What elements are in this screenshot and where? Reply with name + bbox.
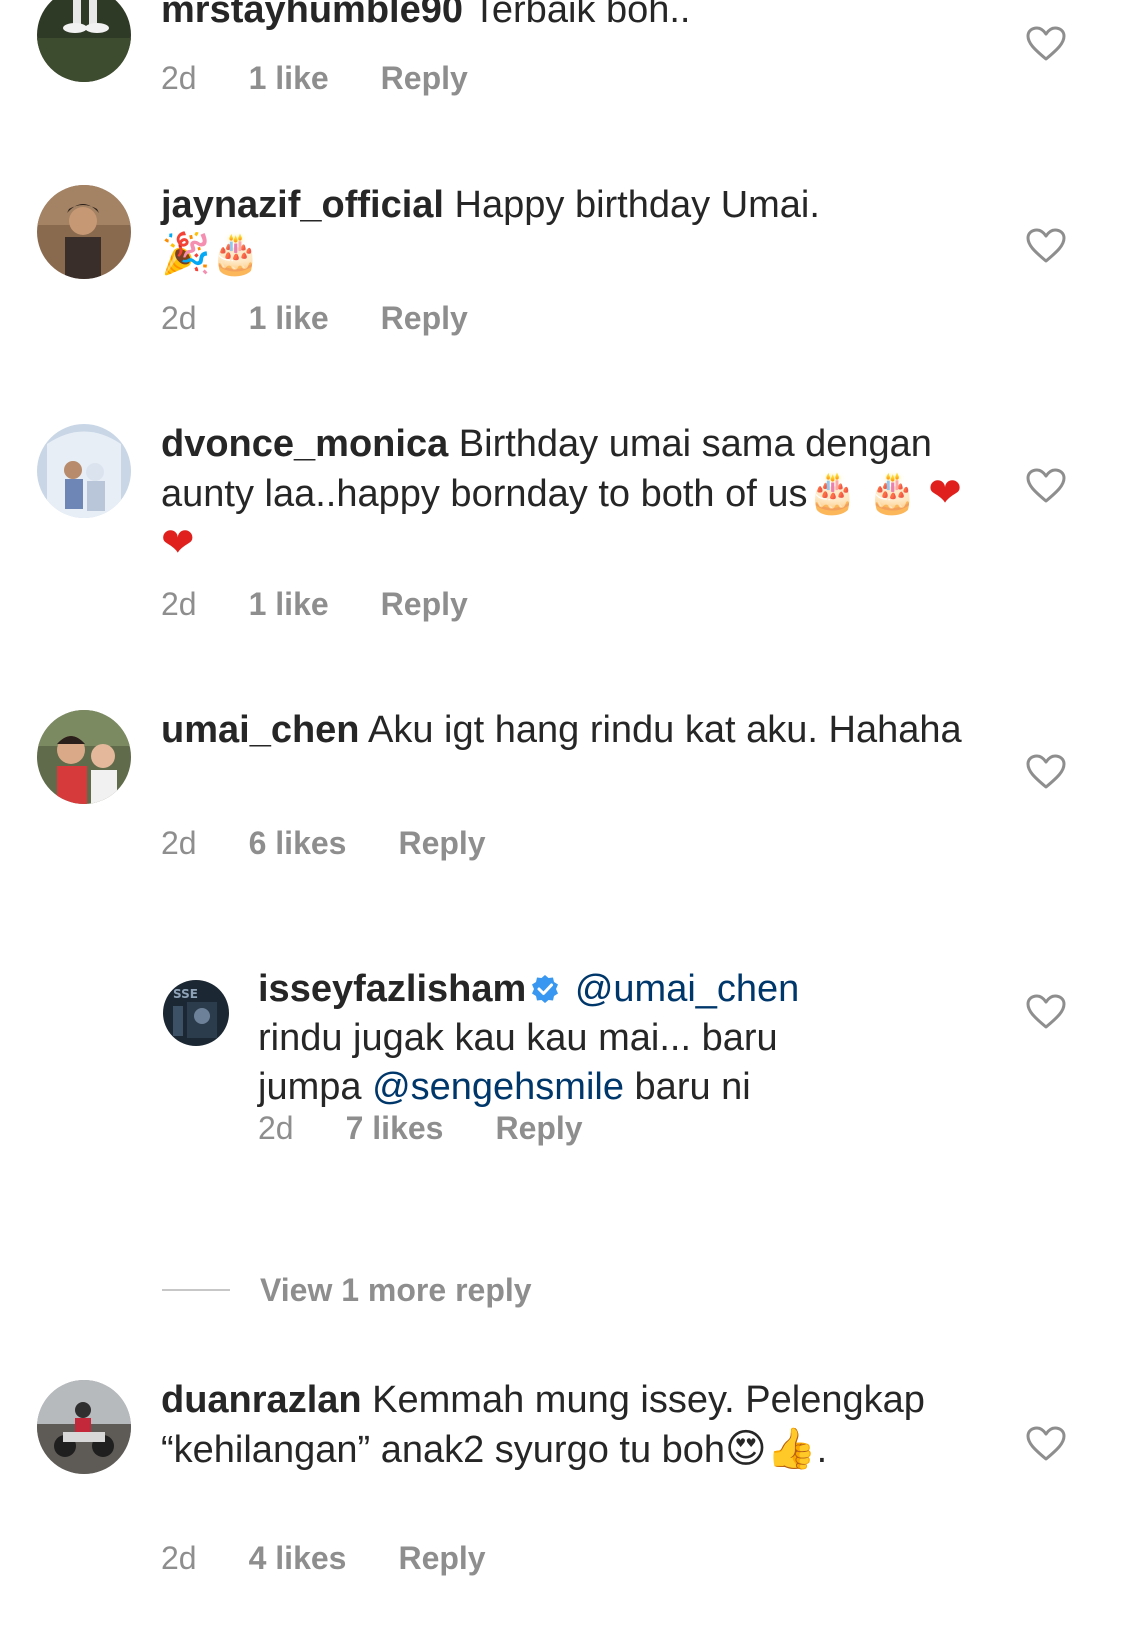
comment-text: jaynazif_official Happy birthday Umai. 🎉… (161, 181, 981, 280)
likes-count[interactable]: 1 like (249, 60, 329, 97)
username[interactable]: jaynazif_official (161, 184, 444, 226)
timestamp: 2d (161, 586, 197, 622)
timestamp: 2d (161, 300, 197, 336)
comment-body: baru ni (634, 1066, 751, 1108)
comment-body: Terbaik boh.. (472, 0, 691, 31)
reply-button[interactable]: Reply (381, 586, 468, 623)
comment-body: Happy birthday Umai. (454, 184, 820, 226)
reply-button[interactable]: Reply (495, 1110, 582, 1147)
reply-button[interactable]: Reply (398, 825, 485, 862)
mention-link[interactable]: @sengehsmile (372, 1066, 624, 1108)
avatar[interactable] (37, 424, 131, 518)
like-heart-icon[interactable] (1026, 468, 1066, 504)
username[interactable]: umai_chen (161, 709, 360, 751)
divider-line (162, 1289, 230, 1291)
comment-meta: 2d 1 like Reply (161, 586, 468, 623)
likes-count[interactable]: 7 likes (346, 1110, 444, 1147)
likes-count[interactable]: 4 likes (249, 1540, 347, 1577)
timestamp: 2d (161, 1540, 197, 1576)
reply-button[interactable]: Reply (398, 1540, 485, 1577)
like-heart-icon[interactable] (1026, 754, 1066, 790)
avatar[interactable]: SSE (163, 980, 229, 1046)
comment-meta: 2d 1 like Reply (161, 300, 468, 337)
like-heart-icon[interactable] (1026, 1426, 1066, 1462)
comment-meta: 2d 1 like Reply (161, 60, 468, 97)
heart-eyes-face-emoji: 😍 (725, 1426, 767, 1472)
reply-button[interactable]: Reply (381, 300, 468, 337)
thumbs-up-emoji: 👍 (766, 1426, 817, 1472)
timestamp: 2d (161, 825, 197, 861)
timestamp: 2d (161, 60, 197, 96)
verified-badge-icon (530, 974, 560, 1004)
like-heart-icon[interactable] (1026, 994, 1066, 1030)
username[interactable]: isseyfazlisham (258, 968, 526, 1010)
view-more-replies-label[interactable]: View 1 more reply (260, 1272, 532, 1309)
birthday-cake-emoji: 🎂 (867, 470, 918, 516)
comment-text: duanrazlan Kemmah mung issey. Pelengkap … (161, 1376, 981, 1475)
username[interactable]: duanrazlan (161, 1379, 362, 1421)
avatar[interactable] (37, 185, 131, 279)
mention-link[interactable]: @umai_chen (575, 968, 799, 1010)
comment-text: umai_chen Aku igt hang rindu kat aku. Ha… (161, 706, 981, 755)
likes-count[interactable]: 1 like (249, 586, 329, 623)
birthday-cake-emoji: 🎂 (210, 231, 261, 277)
likes-count[interactable]: 6 likes (249, 825, 347, 862)
comment-meta: 2d 7 likes Reply (258, 1110, 583, 1147)
trailing-punctuation: . (816, 1429, 828, 1471)
comment-body: Aku igt hang rindu kat aku. Hahaha (368, 709, 962, 751)
likes-count[interactable]: 1 like (249, 300, 329, 337)
comment-text: mrstayhumble90 Terbaik boh.. (161, 0, 981, 35)
red-heart-emoji: ❤ (161, 520, 195, 566)
comment-text: dvonce_monica Birthday umai sama dengan … (161, 420, 981, 569)
svg-text:SSE: SSE (173, 987, 198, 1001)
like-heart-icon[interactable] (1026, 228, 1066, 264)
comment-meta: 2d 4 likes Reply (161, 1540, 486, 1577)
comment-text: isseyfazlisham @umai_chen rindu jugak ka… (258, 965, 878, 1112)
avatar[interactable] (37, 710, 131, 804)
view-more-replies-button[interactable]: View 1 more reply (162, 1270, 532, 1310)
like-heart-icon[interactable] (1026, 26, 1066, 62)
birthday-cake-emoji: 🎂 (807, 470, 858, 516)
comment-meta: 2d 6 likes Reply (161, 825, 486, 862)
username[interactable]: mrstayhumble90 (161, 0, 463, 31)
reply-button[interactable]: Reply (381, 60, 468, 97)
party-popper-emoji: 🎉 (161, 231, 211, 277)
red-heart-emoji: ❤ (928, 470, 962, 516)
comments-list: mrstayhumble90 Terbaik boh.. 2d 1 like Rep… (0, 0, 1125, 1630)
username[interactable]: dvonce_monica (161, 423, 448, 465)
avatar[interactable] (37, 0, 131, 82)
avatar[interactable] (37, 1380, 131, 1474)
timestamp: 2d (258, 1110, 294, 1146)
